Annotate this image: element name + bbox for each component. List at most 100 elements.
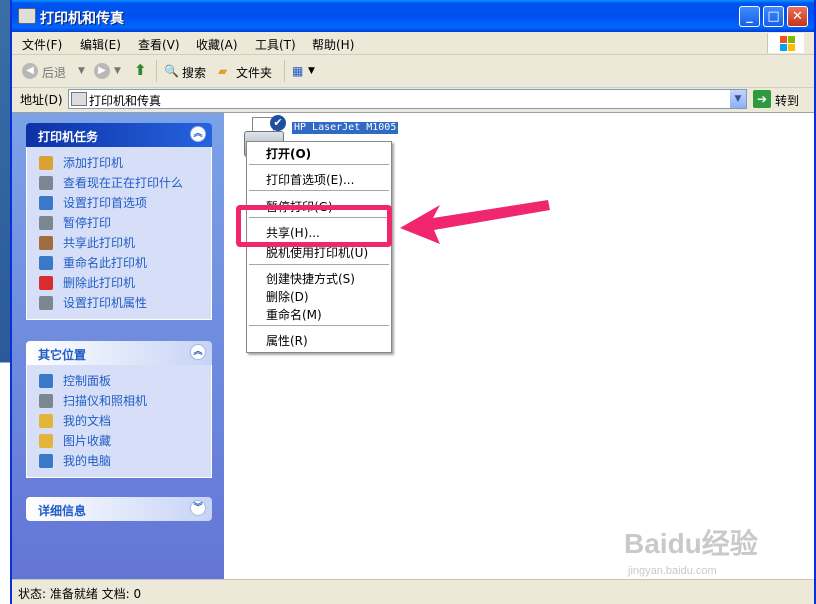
expand-chevron-icon[interactable]: ︾ [190, 500, 206, 516]
views-icon[interactable]: ▦ [292, 64, 303, 78]
details-header[interactable]: 详细信息 ︾ [26, 497, 212, 521]
other-places-item[interactable]: 扫描仪和照相机 [27, 391, 211, 411]
title-bar[interactable]: 打印机和传真 _ □ ✕ [12, 0, 814, 32]
address-value: 打印机和传真 [89, 94, 162, 108]
highlight-box [236, 205, 392, 247]
maximize-button[interactable]: □ [763, 6, 784, 27]
views-dropdown-icon[interactable]: ▼ [308, 66, 315, 76]
printer-tasks-item-icon [39, 256, 53, 270]
minimize-button[interactable]: _ [739, 6, 760, 27]
toolbar: ◀ 后退 ▼ ▶ ▼ ⬆ 🔍 搜索 ▰ 文件夹 ▦ ▼ [12, 55, 814, 88]
windows-logo-icon [767, 33, 804, 53]
printer-tasks-item[interactable]: 暂停打印 [27, 213, 211, 233]
printer-tasks-item-icon [39, 196, 53, 210]
printer-folder-icon [18, 8, 36, 24]
other-places-item-label: 控制面板 [63, 374, 112, 388]
back-arrow-icon[interactable]: ◀ [22, 63, 38, 79]
other-places-item-icon [39, 374, 53, 388]
other-places-item[interactable]: 我的文档 [27, 411, 211, 431]
printer-tasks-item-icon [39, 296, 53, 310]
other-places-item-icon [39, 434, 53, 448]
status-text: 状态: 准备就绪 文档: 0 [18, 587, 142, 601]
menu-separator [249, 264, 389, 265]
go-button[interactable]: 转到 [775, 92, 799, 109]
watermark-url: jingyan.baidu.com [628, 565, 717, 577]
menu-edit[interactable]: 编辑(E) [80, 36, 121, 53]
close-button[interactable]: ✕ [787, 6, 808, 27]
menu-separator [249, 325, 389, 326]
forward-arrow-icon[interactable]: ▶ [94, 63, 110, 79]
menu-tools[interactable]: 工具(T) [255, 36, 296, 53]
printer-tasks-item-icon [39, 176, 53, 190]
menu-separator [249, 190, 389, 191]
printer-tasks-header[interactable]: 打印机任务 ︽ [26, 123, 212, 147]
printer-tasks-title: 打印机任务 [38, 130, 99, 144]
details-title: 详细信息 [38, 504, 87, 518]
other-places-panel: 其它位置 ︽ 控制面板扫描仪和照相机我的文档图片收藏我的电脑 [26, 341, 212, 478]
printer-tasks-item[interactable]: 设置打印首选项 [27, 193, 211, 213]
toolbar-separator [284, 60, 285, 82]
menu-file[interactable]: 文件(F) [22, 36, 62, 53]
back-dropdown-icon[interactable]: ▼ [78, 66, 85, 76]
ctx-create-shortcut[interactable]: 创建快捷方式(S) [266, 270, 355, 287]
collapse-chevron-icon[interactable]: ︽ [190, 126, 206, 142]
other-places-header[interactable]: 其它位置 ︽ [26, 341, 212, 365]
context-menu: 打开(O) 打印首选项(E)... 暂停打印(G) 共享(H)... 脱机使用打… [246, 141, 392, 353]
printer-tasks-item[interactable]: 重命名此打印机 [27, 253, 211, 273]
other-places-item[interactable]: 我的电脑 [27, 451, 211, 471]
toolbar-separator [156, 60, 157, 82]
printer-tasks-item-icon [39, 236, 53, 250]
menu-help[interactable]: 帮助(H) [312, 36, 354, 53]
other-places-list: 控制面板扫描仪和照相机我的文档图片收藏我的电脑 [26, 365, 212, 478]
printer-tasks-item[interactable]: 添加打印机 [27, 153, 211, 173]
other-places-item[interactable]: 控制面板 [27, 371, 211, 391]
ctx-rename[interactable]: 重命名(M) [266, 306, 322, 323]
status-bar: 状态: 准备就绪 文档: 0 [12, 579, 814, 604]
folders-button[interactable]: 文件夹 [236, 64, 272, 81]
printer-folder-icon [71, 92, 87, 106]
address-input[interactable]: 打印机和传真 ▼ [68, 89, 747, 109]
printer-tasks-item-label: 暂停打印 [63, 216, 112, 230]
other-places-item-label: 图片收藏 [63, 434, 112, 448]
collapse-chevron-icon[interactable]: ︽ [190, 344, 206, 360]
back-button[interactable]: 后退 [42, 64, 66, 81]
menu-separator [249, 164, 389, 165]
printer-tasks-item[interactable]: 删除此打印机 [27, 273, 211, 293]
other-places-item-label: 我的文档 [63, 414, 112, 428]
window-title: 打印机和传真 [40, 11, 124, 27]
forward-dropdown-icon[interactable]: ▼ [114, 66, 121, 76]
printer-tasks-item-icon [39, 276, 53, 290]
printer-tasks-item-label: 重命名此打印机 [63, 256, 148, 270]
up-folder-icon[interactable]: ⬆ [134, 61, 147, 79]
explorer-window: 打印机和传真 _ □ ✕ 文件(F) 编辑(E) 查看(V) 收藏(A) 工具(… [10, 0, 816, 604]
search-icon[interactable]: 🔍 [164, 64, 179, 78]
other-places-item-icon [39, 414, 53, 428]
content-area: 打印机任务 ︽ 添加打印机查看现在正在打印什么设置打印首选项 暂停打印共享此打印机… [12, 112, 814, 580]
printer-tasks-item-label: 添加打印机 [63, 156, 124, 170]
folder-icon[interactable]: ▰ [218, 64, 227, 78]
printer-tasks-item[interactable]: 设置打印机属性 [27, 293, 211, 313]
watermark-logo: Baidu经验 [624, 528, 758, 559]
search-button[interactable]: 搜索 [182, 64, 206, 81]
printer-tasks-item[interactable]: 查看现在正在打印什么 [27, 173, 211, 193]
go-arrow-icon[interactable]: ➔ [753, 90, 771, 108]
printer-tasks-item-label: 设置打印首选项 [63, 196, 148, 210]
other-places-item[interactable]: 图片收藏 [27, 431, 211, 451]
ctx-properties[interactable]: 属性(R) [266, 332, 308, 349]
menu-bar: 文件(F) 编辑(E) 查看(V) 收藏(A) 工具(T) 帮助(H) [12, 32, 814, 55]
menu-view[interactable]: 查看(V) [138, 36, 180, 53]
printer-name-label[interactable]: HP LaserJet M1005 [292, 122, 399, 134]
other-places-title: 其它位置 [38, 348, 87, 362]
ctx-open[interactable]: 打开(O) [266, 145, 311, 162]
ctx-delete[interactable]: 删除(D) [266, 288, 309, 305]
printer-tasks-panel: 打印机任务 ︽ 添加打印机查看现在正在打印什么设置打印首选项 暂停打印共享此打印机… [26, 123, 212, 320]
printer-tasks-item-label: 设置打印机属性 [63, 296, 148, 310]
task-pane: 打印机任务 ︽ 添加打印机查看现在正在打印什么设置打印首选项 暂停打印共享此打印机… [12, 113, 224, 580]
printer-tasks-item[interactable]: 共享此打印机 [27, 233, 211, 253]
address-label: 地址(D) [20, 93, 63, 107]
ctx-printing-preferences[interactable]: 打印首选项(E)... [266, 171, 354, 188]
menu-favorites[interactable]: 收藏(A) [196, 36, 238, 53]
address-dropdown-icon[interactable]: ▼ [730, 90, 746, 108]
other-places-item-label: 我的电脑 [63, 454, 112, 468]
printer-tasks-list: 添加打印机查看现在正在打印什么设置打印首选项 暂停打印共享此打印机重命名此打印机删… [26, 147, 212, 320]
